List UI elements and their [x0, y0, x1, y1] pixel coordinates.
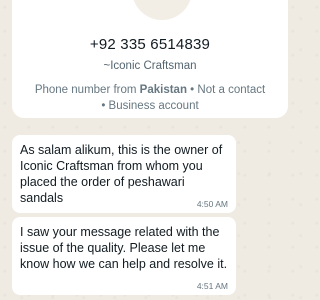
- avatar[interactable]: [132, 0, 192, 20]
- meta-country: Pakistan: [139, 84, 187, 96]
- message-timestamp: 4:51 AM: [196, 281, 228, 291]
- contact-info-card: +92 335 6514839 ~Iconic Craftsman Phone …: [12, 0, 288, 118]
- contact-push-name: ~Iconic Craftsman: [103, 60, 197, 72]
- contact-meta-info: Phone number from Pakistan • Not a conta…: [34, 82, 266, 114]
- incoming-message-bubble[interactable]: As salam alikum, this is the owner of Ic…: [12, 135, 236, 213]
- message-text: I saw your message related with the issu…: [20, 225, 228, 271]
- meta-prefix: Phone number from: [34, 84, 140, 96]
- incoming-message-bubble[interactable]: I saw your message related with the issu…: [12, 217, 236, 295]
- message-text: As salam alikum, this is the owner of Ic…: [20, 143, 223, 205]
- message-timestamp: 4:50 AM: [196, 199, 228, 209]
- contact-phone-number[interactable]: +92 335 6514839: [12, 36, 288, 53]
